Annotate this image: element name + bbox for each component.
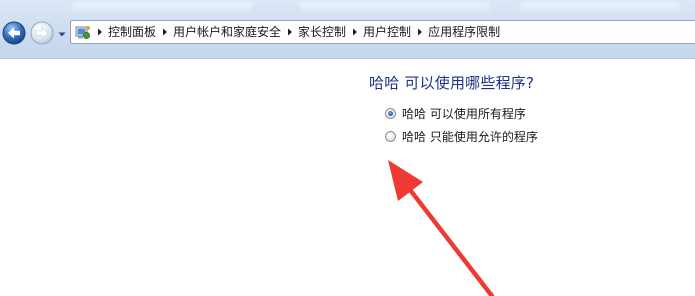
option-allowed-programs-only[interactable]: 哈哈 只能使用允许的程序 bbox=[385, 127, 538, 145]
radio-button-selected[interactable] bbox=[385, 107, 396, 119]
chevron-down-icon[interactable] bbox=[57, 29, 67, 39]
address-bar[interactable]: 控制面板 用户帐户和家庭安全 家长控制 用户控制 应用程序限制 bbox=[70, 20, 695, 44]
breadcrumb-chevron-icon[interactable] bbox=[349, 21, 361, 43]
navigation-bar: 控制面板 用户帐户和家庭安全 家长控制 用户控制 应用程序限制 bbox=[0, 0, 695, 59]
breadcrumb-item-control-panel[interactable]: 控制面板 bbox=[106, 21, 159, 43]
breadcrumb-item-user-accounts[interactable]: 用户帐户和家庭安全 bbox=[171, 21, 284, 43]
breadcrumb-chevron-icon[interactable] bbox=[414, 21, 426, 43]
back-arrow-icon[interactable] bbox=[2, 21, 26, 45]
forward-arrow-icon[interactable] bbox=[30, 21, 54, 45]
breadcrumb-chevron-icon[interactable] bbox=[159, 21, 171, 43]
option-label: 哈哈 只能使用允许的程序 bbox=[402, 129, 538, 144]
option-all-programs[interactable]: 哈哈 可以使用所有程序 bbox=[385, 104, 526, 122]
breadcrumb: 控制面板 用户帐户和家庭安全 家长控制 用户控制 应用程序限制 bbox=[94, 21, 503, 43]
option-label: 哈哈 可以使用所有程序 bbox=[402, 106, 526, 121]
breadcrumb-item-user-controls[interactable]: 用户控制 bbox=[361, 21, 414, 43]
breadcrumb-chevron-icon[interactable] bbox=[284, 21, 296, 43]
breadcrumb-item-parental-controls[interactable]: 家长控制 bbox=[296, 21, 349, 43]
page-question: 哈哈 可以使用哪些程序? bbox=[369, 74, 535, 92]
blurred-tab-1 bbox=[72, 2, 252, 16]
control-panel-icon bbox=[75, 26, 91, 40]
blurred-tab-3 bbox=[520, 2, 680, 16]
radio-button[interactable] bbox=[385, 130, 396, 142]
breadcrumb-chevron-icon[interactable] bbox=[94, 21, 106, 43]
blurred-tab-2 bbox=[300, 2, 490, 16]
breadcrumb-item-app-restrictions[interactable]: 应用程序限制 bbox=[426, 21, 503, 43]
